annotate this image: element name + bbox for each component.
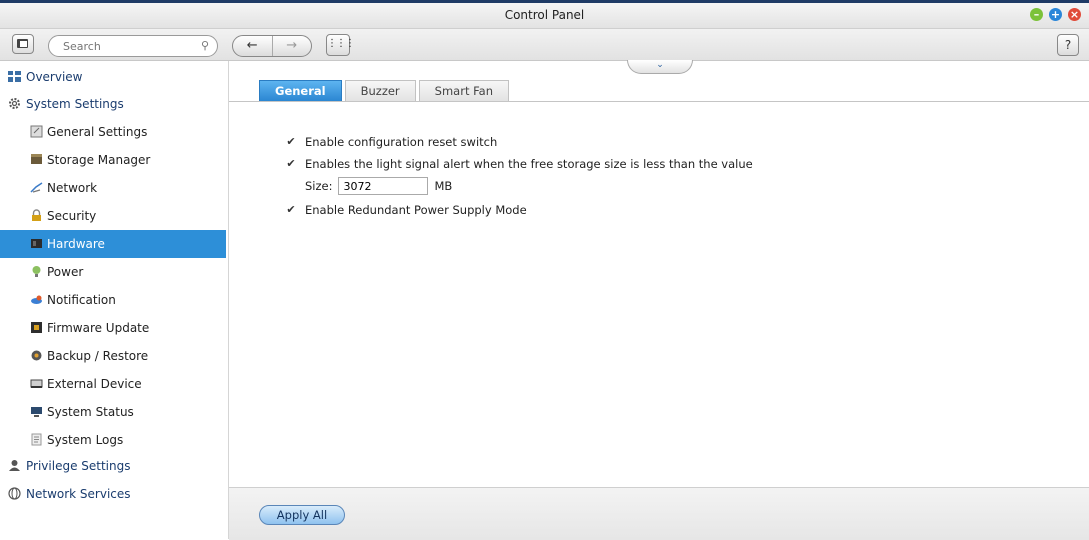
close-button[interactable]: ×	[1068, 8, 1081, 21]
sidebar-item-system-settings[interactable]: System Settings	[0, 90, 226, 118]
apps-grid-button[interactable]: ⋮⋮⋮	[326, 34, 355, 56]
lightbulb-icon	[32, 266, 41, 277]
hardware-icon	[31, 239, 42, 248]
firmware-icon	[31, 322, 42, 333]
size-row: Size: MB	[305, 177, 452, 195]
sidebar-item-label: Storage Manager	[47, 153, 151, 167]
sidebar-item-privilege-settings[interactable]: Privilege Settings	[0, 452, 226, 480]
title-bar: Control Panel – + ×	[0, 0, 1089, 29]
title-bar-accent	[0, 0, 1089, 3]
sidebar-item-label: Security	[47, 209, 97, 223]
minimize-button[interactable]: –	[1030, 8, 1043, 21]
sidebar-item-label: External Device	[47, 377, 142, 391]
footer: Apply All	[229, 487, 1089, 540]
forward-button[interactable]: →	[271, 36, 312, 56]
tab-buzzer[interactable]: Buzzer	[344, 80, 416, 101]
notification-icon	[31, 295, 42, 304]
apply-all-button[interactable]: Apply All	[259, 505, 345, 525]
general-settings-icon	[30, 125, 43, 138]
size-label: Size:	[305, 179, 333, 193]
sidebar-item-label: System Settings	[26, 97, 124, 111]
nav-buttons: ← →	[232, 35, 312, 57]
light-alert-checkbox[interactable]: ✔	[285, 158, 297, 170]
sidebar-item-label: Firmware Update	[47, 321, 150, 335]
back-button[interactable]: ←	[233, 36, 272, 56]
sidebar-item-backup-restore[interactable]: Backup / Restore	[0, 342, 226, 370]
sidebar-item-label: Power	[47, 265, 84, 279]
sidebar: Overview System Settings General Setting…	[0, 61, 229, 539]
main-panel: ⌄ General Buzzer Smart Fan ✔ Enable conf…	[229, 60, 1089, 540]
size-unit: MB	[434, 179, 453, 193]
show-desktop-icon[interactable]	[12, 34, 34, 54]
maximize-button[interactable]: +	[1049, 8, 1062, 21]
tabs: General Buzzer Smart Fan	[259, 80, 510, 101]
collapse-chevron-icon[interactable]: ⌄	[627, 60, 693, 74]
sidebar-item-network[interactable]: Network	[0, 174, 226, 202]
backup-icon	[31, 350, 42, 361]
sidebar-item-label: System Logs	[47, 433, 124, 447]
sidebar-item-label: Backup / Restore	[47, 349, 149, 363]
globe-icon	[8, 487, 21, 500]
redundant-power-checkbox[interactable]: ✔	[285, 204, 297, 216]
tab-bar: ⌄ General Buzzer Smart Fan	[229, 60, 1089, 102]
logs-icon	[31, 433, 42, 446]
tab-general[interactable]: General	[259, 80, 342, 101]
light-alert-row: ✔ Enables the light signal alert when th…	[285, 155, 753, 173]
sidebar-item-storage-manager[interactable]: Storage Manager	[0, 146, 226, 174]
search-icon[interactable]: ⚲	[201, 39, 209, 52]
gear-icon	[9, 98, 20, 109]
reset-switch-row: ✔ Enable configuration reset switch	[285, 133, 497, 151]
redundant-power-label: Enable Redundant Power Supply Mode	[305, 203, 527, 217]
reset-switch-label: Enable configuration reset switch	[305, 135, 498, 149]
external-device-icon	[30, 379, 43, 388]
sidebar-item-label: Network Services	[26, 487, 131, 501]
sidebar-item-notification[interactable]: Notification	[0, 286, 226, 314]
sidebar-item-label: General Settings	[47, 125, 148, 139]
sidebar-item-system-status[interactable]: System Status	[0, 398, 226, 426]
monitor-icon	[31, 407, 42, 417]
search-box[interactable]: ⚲	[48, 35, 218, 57]
sidebar-item-label: Hardware	[47, 237, 105, 251]
lock-icon	[32, 209, 41, 221]
size-input[interactable]	[338, 177, 429, 195]
overview-icon	[8, 71, 21, 82]
sidebar-item-power[interactable]: Power	[0, 258, 226, 286]
sidebar-item-label: Privilege Settings	[26, 459, 131, 473]
storage-icon	[31, 154, 42, 164]
sidebar-item-overview[interactable]: Overview	[0, 63, 226, 91]
search-input[interactable]	[61, 39, 195, 54]
sidebar-item-label: System Status	[47, 405, 134, 419]
sidebar-item-security[interactable]: Security	[0, 202, 226, 230]
sidebar-item-label: Network	[47, 181, 98, 195]
sidebar-item-label: Notification	[47, 293, 116, 307]
window-title: Control Panel	[504, 8, 585, 22]
sidebar-item-firmware-update[interactable]: Firmware Update	[0, 314, 226, 342]
tab-smart-fan[interactable]: Smart Fan	[418, 80, 510, 101]
network-icon	[30, 182, 43, 193]
toolbar: ⚲ ← → ⋮⋮⋮ ?	[0, 29, 1089, 61]
user-icon	[9, 460, 20, 471]
light-alert-label: Enables the light signal alert when the …	[305, 157, 753, 171]
sidebar-item-system-logs[interactable]: System Logs	[0, 426, 226, 454]
redundant-power-row: ✔ Enable Redundant Power Supply Mode	[285, 201, 527, 219]
sidebar-item-label: Overview	[26, 70, 83, 84]
window-controls: – + ×	[1030, 8, 1081, 21]
sidebar-item-general-settings[interactable]: General Settings	[0, 118, 226, 146]
reset-switch-checkbox[interactable]: ✔	[285, 136, 297, 148]
sidebar-item-external-device[interactable]: External Device	[0, 370, 226, 398]
help-button[interactable]: ?	[1057, 34, 1079, 56]
sidebar-item-hardware[interactable]: Hardware	[0, 230, 226, 258]
sidebar-item-network-services[interactable]: Network Services	[0, 480, 226, 508]
